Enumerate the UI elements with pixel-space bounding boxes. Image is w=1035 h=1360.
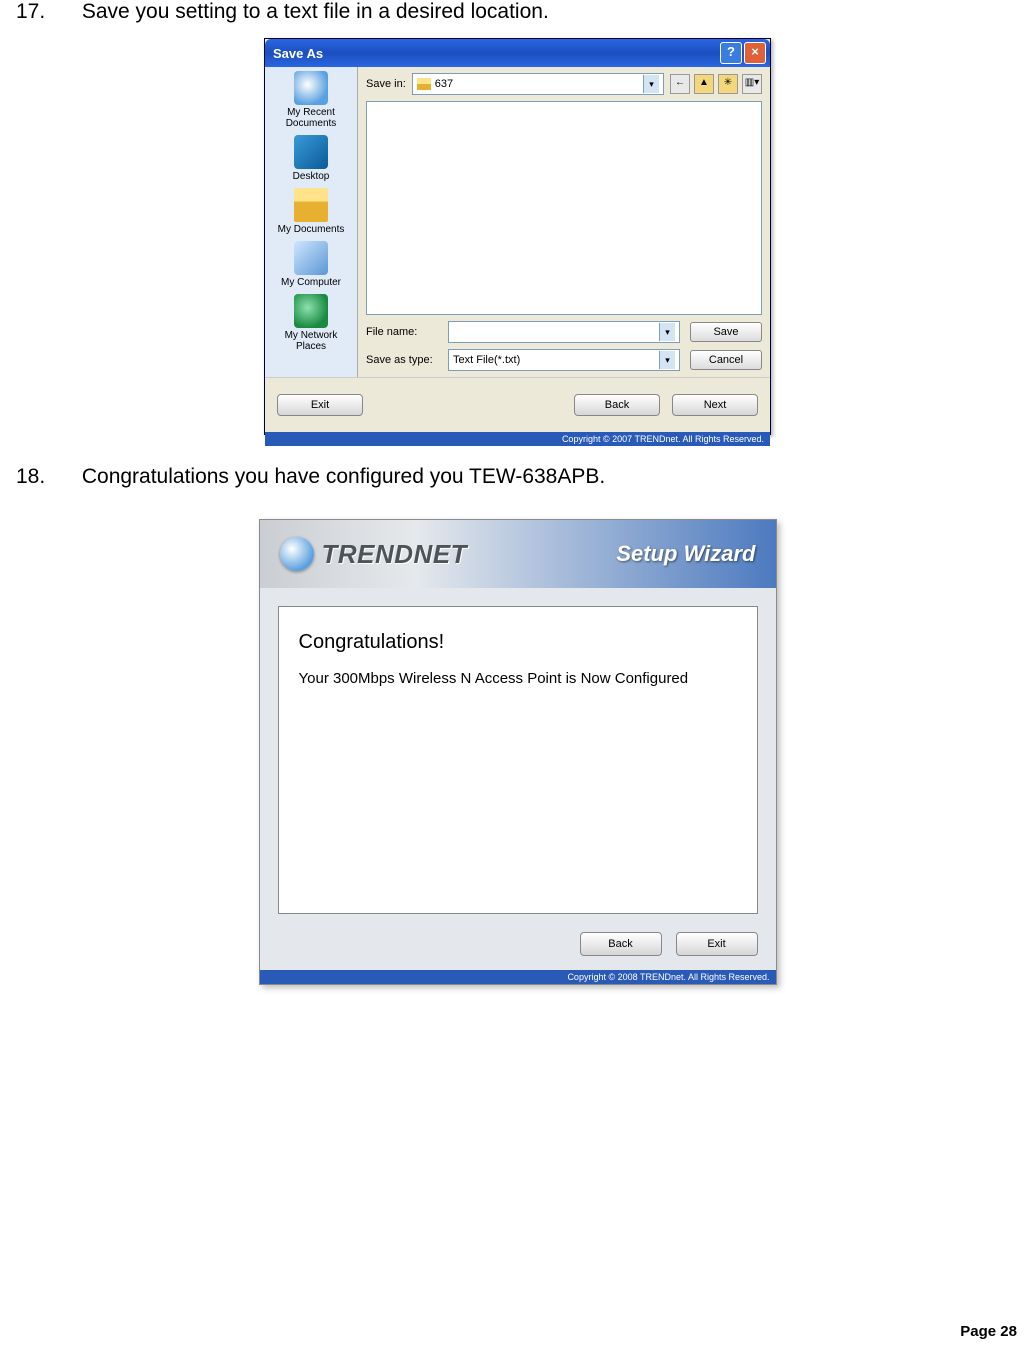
brand-icon xyxy=(280,537,314,571)
place-label: My Network Places xyxy=(285,330,338,352)
brand-text: TRENDNET xyxy=(322,539,468,570)
save-in-value: 637 xyxy=(435,78,453,90)
back-icon[interactable]: ← xyxy=(670,74,690,94)
save-as-dialog: Save As ? × My Recent Documents Desktop … xyxy=(264,38,771,435)
place-label: Desktop xyxy=(293,171,330,182)
saveastype-value: Text File(*.txt) xyxy=(453,354,520,366)
place-desktop[interactable]: Desktop xyxy=(269,135,353,182)
place-label: My Recent Documents xyxy=(286,107,337,129)
save-in-label: Save in: xyxy=(366,78,406,90)
up-folder-icon[interactable]: ▲ xyxy=(694,74,714,94)
window-title: Save As xyxy=(273,46,718,61)
filename-input[interactable]: ▾ xyxy=(448,321,680,343)
exit-button[interactable]: Exit xyxy=(277,394,363,416)
save-in-combo[interactable]: 637 ▾ xyxy=(412,73,664,95)
mycomp-icon xyxy=(294,241,328,275)
desktop-icon xyxy=(294,135,328,169)
back-button[interactable]: Back xyxy=(574,394,660,416)
chevron-down-icon[interactable]: ▾ xyxy=(659,323,675,341)
saveastype-label: Save as type: xyxy=(366,354,448,366)
chevron-down-icon[interactable]: ▾ xyxy=(643,75,659,93)
filename-label: File name: xyxy=(366,326,448,338)
page: 17. Save you setting to a text file in a… xyxy=(0,0,1035,1360)
place-mydocs[interactable]: My Documents xyxy=(269,188,353,235)
setup-wizard-window: TRENDNET Setup Wizard Congratulations! Y… xyxy=(259,519,777,985)
save-button[interactable]: Save xyxy=(690,322,762,342)
cancel-button[interactable]: Cancel xyxy=(690,350,762,370)
help-button[interactable]: ? xyxy=(720,42,742,64)
wizard-title: Setup Wizard xyxy=(616,541,755,567)
place-recent[interactable]: My Recent Documents xyxy=(269,71,353,129)
congrats-panel: Congratulations! Your 300Mbps Wireless N… xyxy=(278,606,758,914)
recent-icon xyxy=(294,71,328,105)
close-button[interactable]: × xyxy=(744,42,766,64)
file-list-area[interactable] xyxy=(366,101,762,315)
netplaces-icon xyxy=(294,294,328,328)
next-button[interactable]: Next xyxy=(672,394,758,416)
step-number: 18. xyxy=(16,465,76,489)
titlebar: Save As ? × xyxy=(265,39,770,67)
page-number: Page 28 xyxy=(960,1323,1017,1340)
step-17-text: 17. Save you setting to a text file in a… xyxy=(16,0,1035,24)
save-in-row: Save in: 637 ▾ ← ▲ ✳ ▥▾ xyxy=(366,73,762,95)
view-menu-icon[interactable]: ▥▾ xyxy=(742,74,762,94)
place-label: My Documents xyxy=(278,224,345,235)
step-number: 17. xyxy=(16,0,76,24)
wizard-exit-button[interactable]: Exit xyxy=(676,932,758,956)
new-folder-icon[interactable]: ✳ xyxy=(718,74,738,94)
congrats-heading: Congratulations! xyxy=(299,631,737,654)
step-18-text: 18. Congratulations you have configured … xyxy=(16,465,1035,489)
mydocs-icon xyxy=(294,188,328,222)
place-mycomp[interactable]: My Computer xyxy=(269,241,353,288)
place-label: My Computer xyxy=(281,277,341,288)
wizard-header: TRENDNET Setup Wizard xyxy=(260,520,776,588)
congrats-body: Your 300Mbps Wireless N Access Point is … xyxy=(299,669,737,689)
places-bar: My Recent Documents Desktop My Documents… xyxy=(265,67,358,377)
copyright: Copyright © 2008 TRENDnet. All Rights Re… xyxy=(260,970,776,984)
step-text: Save you setting to a text file in a des… xyxy=(82,0,549,23)
saveastype-combo[interactable]: Text File(*.txt) ▾ xyxy=(448,349,680,371)
copyright: Copyright © 2007 TRENDnet. All Rights Re… xyxy=(265,432,770,446)
step-text: Congratulations you have configured you … xyxy=(82,465,605,488)
chevron-down-icon[interactable]: ▾ xyxy=(659,351,675,369)
wizard-back-button[interactable]: Back xyxy=(580,932,662,956)
place-netplaces[interactable]: My Network Places xyxy=(269,294,353,352)
folder-icon xyxy=(417,78,431,90)
